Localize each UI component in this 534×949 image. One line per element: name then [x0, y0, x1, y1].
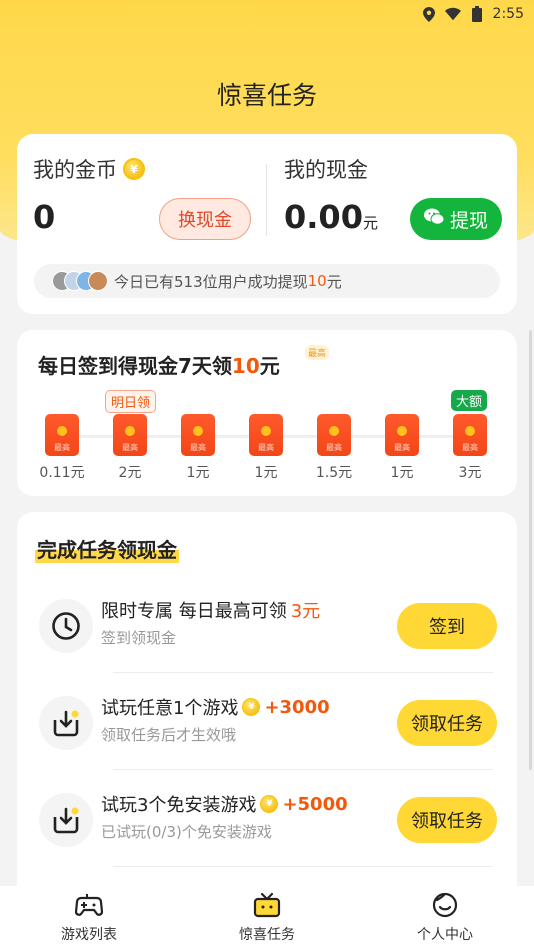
signin-day[interactable]: 最高 3元: [440, 414, 500, 482]
day-amount: 0.11元: [39, 465, 85, 481]
coins-label: 我的金币: [33, 158, 117, 182]
day-amount: 2元: [118, 465, 142, 481]
claim-task-button[interactable]: 领取任务: [397, 797, 497, 843]
page-title: 惊喜任务: [216, 81, 317, 110]
red-packet-icon: 最高: [113, 414, 147, 456]
cash-label: 我的现金: [284, 158, 368, 182]
gift-tv-icon: [253, 892, 281, 922]
tasks-card: 完成任务领现金 限时专属 每日最高可领 3元 签到领现金 签到 试玩任意1个游戏 …: [17, 512, 517, 892]
task-subtitle: 签到领现金: [101, 629, 177, 647]
face-icon: [431, 892, 459, 922]
download-icon: [39, 696, 93, 750]
red-packet-icon: 最高: [45, 414, 79, 456]
red-packet-icon: 最高: [249, 414, 283, 456]
wallet-card: 我的金币 ¥ 0 换现金 我的现金 0.00元 提现 今日已有513位用户成功提…: [17, 134, 517, 314]
coins-value: 0: [33, 198, 56, 236]
withdraw-button[interactable]: 提现: [410, 198, 502, 240]
location-icon: [421, 6, 437, 22]
divider: [113, 672, 493, 673]
avatar: [88, 271, 108, 291]
claim-task-button[interactable]: 领取任务: [397, 700, 497, 746]
red-packet-icon: 最高: [181, 414, 215, 456]
bottom-nav: 游戏列表 惊喜任务 个人中心: [0, 886, 534, 949]
wechat-icon: [423, 208, 445, 230]
tomorrow-tag: 明日领: [105, 390, 157, 413]
avatar-group: [52, 271, 108, 291]
task-title: 限时专属 每日最高可领 3元: [101, 601, 321, 622]
notice-text: 今日已有513位用户成功提现: [114, 272, 308, 291]
signin-day[interactable]: 最高 0.11元: [32, 414, 92, 482]
task-subtitle: 领取任务后才生效哦: [101, 726, 237, 744]
nav-label: 惊喜任务: [239, 926, 295, 943]
divider: [113, 866, 493, 867]
withdraw-label: 提现: [449, 209, 488, 232]
signin-day[interactable]: 最高 2元: [100, 414, 160, 482]
task-title: 试玩3个免安装游戏 ¥ +5000: [101, 793, 348, 817]
task-item: 试玩任意1个游戏 ¥ +3000 领取任务后才生效哦 领取任务: [39, 684, 497, 762]
signin-day[interactable]: 最高 1元: [236, 414, 296, 482]
clock-icon: [39, 599, 93, 653]
clock-time: 2:55: [492, 6, 524, 22]
day-amount: 1元: [254, 465, 278, 481]
cash-value: 0.00: [284, 198, 363, 236]
red-packet-icon: 最高: [453, 414, 487, 456]
task-item: 限时专属 每日最高可领 3元 签到领现金 签到: [39, 587, 497, 665]
nav-label: 游戏列表: [61, 926, 117, 943]
signin-task-button[interactable]: 签到: [397, 603, 497, 649]
nav-item-surprise-tasks[interactable]: 惊喜任务: [207, 892, 327, 944]
signin-day[interactable]: 最高 1元: [168, 414, 228, 482]
battery-icon: [469, 6, 485, 22]
day-amount: 3元: [458, 465, 482, 481]
divider: [266, 164, 267, 236]
max-badge: 最高: [305, 345, 330, 360]
day-amount: 1元: [390, 465, 414, 481]
cash-section: 我的现金 0.00元: [284, 154, 378, 236]
signin-title: 每日签到得现金7天领10元: [38, 354, 280, 378]
coins-section: 我的金币 ¥ 0: [33, 154, 145, 236]
scrollbar[interactable]: [529, 330, 532, 770]
nav-item-game-list[interactable]: 游戏列表: [29, 892, 149, 944]
status-bar: 2:55: [0, 0, 534, 28]
gamepad-icon: [74, 892, 104, 922]
coin-icon: ¥: [260, 795, 279, 813]
nav-label: 个人中心: [417, 926, 473, 943]
red-packet-icon: 最高: [317, 414, 351, 456]
download-icon: [39, 793, 93, 847]
exchange-cash-button[interactable]: 换现金: [159, 198, 251, 240]
signin-card: 每日签到得现金7天领10元 最高 明日领 大额 最高 0.11元 最高 2元 最…: [17, 330, 517, 496]
day-amount: 1元: [186, 465, 210, 481]
nav-item-profile[interactable]: 个人中心: [385, 892, 505, 944]
withdraw-notice: 今日已有513位用户成功提现 10 元: [34, 264, 500, 298]
task-title: 试玩任意1个游戏 ¥ +3000: [101, 696, 330, 720]
coin-icon: ¥: [123, 158, 145, 180]
wifi-icon: [444, 6, 461, 22]
signin-day[interactable]: 最高 1元: [372, 414, 432, 482]
signin-day[interactable]: 最高 1.5元: [304, 414, 364, 482]
tasks-title: 完成任务领现金: [35, 534, 179, 563]
cash-unit: 元: [362, 214, 378, 232]
notice-suffix: 元: [326, 272, 342, 291]
notice-amount: 10: [307, 272, 327, 290]
coin-icon: ¥: [242, 698, 261, 716]
red-packet-icon: 最高: [385, 414, 419, 456]
divider: [113, 769, 493, 770]
task-subtitle: 已试玩(0/3)个免安装游戏: [101, 823, 272, 841]
day-amount: 1.5元: [315, 465, 353, 481]
task-item: 试玩3个免安装游戏 ¥ +5000 已试玩(0/3)个免安装游戏 领取任务: [39, 781, 497, 859]
big-amount-tag: 大额: [451, 390, 488, 411]
